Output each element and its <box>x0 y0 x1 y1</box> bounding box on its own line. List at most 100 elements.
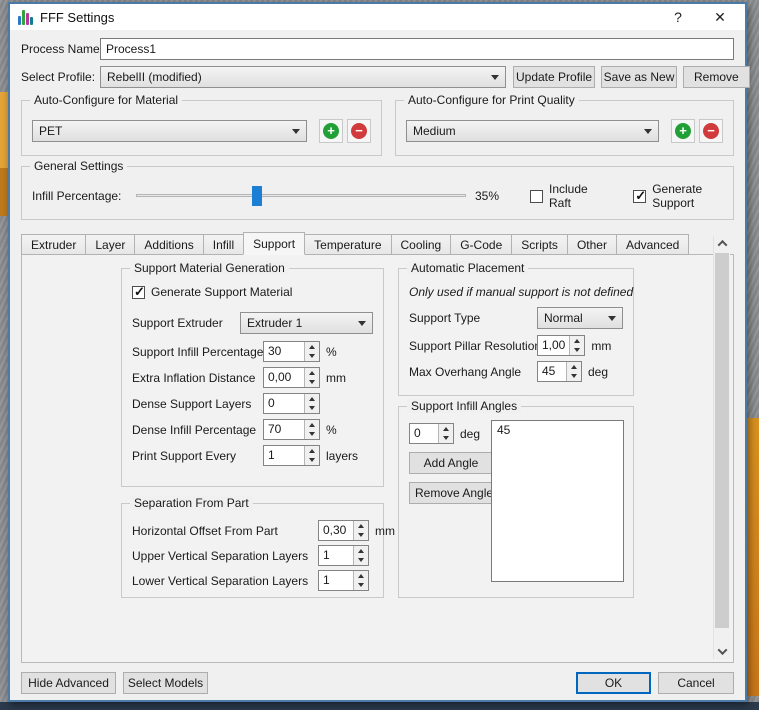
support-type-dropdown[interactable]: Normal <box>537 307 623 329</box>
tab-advanced[interactable]: Advanced <box>616 234 689 255</box>
extra-inflation-distance-spinner[interactable]: 0,00 <box>263 367 320 388</box>
titlebar[interactable]: FFF Settings ? ✕ <box>10 4 745 30</box>
tab-layer[interactable]: Layer <box>85 234 135 255</box>
print-support-every-spinner[interactable]: 1 <box>263 445 320 466</box>
spin-down-icon[interactable] <box>439 434 453 444</box>
support-pillar-resolution-label: Support Pillar Resolution <box>409 339 537 353</box>
remove-material-button[interactable]: − <box>347 119 371 143</box>
support-extruder-dropdown[interactable]: Extruder 1 <box>240 312 373 334</box>
checkbox-box[interactable] <box>530 190 543 203</box>
spin-up-icon[interactable] <box>305 368 319 378</box>
group-title: General Settings <box>30 159 127 173</box>
support-infill-percentage-spinner[interactable]: 30 <box>263 341 320 362</box>
tab-infill[interactable]: Infill <box>203 234 244 255</box>
spinner-value[interactable]: 1,00 <box>538 336 569 355</box>
spin-down-icon[interactable] <box>567 372 581 382</box>
spin-up-icon[interactable] <box>570 336 584 346</box>
tab-support[interactable]: Support <box>243 232 305 255</box>
spinner-value[interactable]: 1 <box>264 446 304 465</box>
add-quality-button[interactable]: + <box>671 119 695 143</box>
save-as-new-button[interactable]: Save as New <box>601 66 677 88</box>
tab-cooling[interactable]: Cooling <box>391 234 452 255</box>
dense-infill-percentage-spinner[interactable]: 70 <box>263 419 320 440</box>
max-overhang-angle-label: Max Overhang Angle <box>409 365 537 379</box>
tab-additions[interactable]: Additions <box>134 234 203 255</box>
select-models-button[interactable]: Select Models <box>123 672 208 694</box>
angle-spinner[interactable]: 0 <box>409 423 454 444</box>
dense-support-layers-spinner[interactable]: 0 <box>263 393 320 414</box>
spinner-value[interactable]: 45 <box>538 362 566 381</box>
upper-vertical-separation-spinner[interactable]: 1 <box>318 545 369 566</box>
scrollbar-thumb[interactable] <box>715 253 729 628</box>
tab-scripts[interactable]: Scripts <box>511 234 568 255</box>
process-name-input[interactable]: Process1 <box>100 38 734 60</box>
checkbox-box[interactable] <box>633 190 646 203</box>
max-overhang-angle-spinner[interactable]: 45 <box>537 361 582 382</box>
remove-quality-button[interactable]: − <box>699 119 723 143</box>
spin-down-icon[interactable] <box>354 531 368 541</box>
spinner-value[interactable]: 30 <box>264 342 304 361</box>
spin-down-icon[interactable] <box>570 346 584 356</box>
add-material-button[interactable]: + <box>319 119 343 143</box>
spin-down-icon[interactable] <box>354 581 368 591</box>
spinner-value[interactable]: 0 <box>264 394 304 413</box>
spinner-value[interactable]: 1 <box>319 571 353 590</box>
spin-down-icon[interactable] <box>305 352 319 362</box>
spinner-value[interactable]: 70 <box>264 420 304 439</box>
spin-down-icon[interactable] <box>305 456 319 466</box>
spin-up-icon[interactable] <box>305 342 319 352</box>
angle-list-item[interactable]: 45 <box>497 423 618 437</box>
spinner-value[interactable]: 0,00 <box>264 368 304 387</box>
spinner-value[interactable]: 1 <box>319 546 353 565</box>
update-profile-button[interactable]: Update Profile <box>513 66 595 88</box>
tab-gcode[interactable]: G-Code <box>450 234 512 255</box>
vertical-scrollbar[interactable] <box>713 236 730 659</box>
spin-down-icon[interactable] <box>305 404 319 414</box>
unit-label: layers <box>326 449 358 463</box>
chevron-down-icon <box>717 645 727 655</box>
scroll-down-button[interactable] <box>714 644 730 659</box>
profile-dropdown[interactable]: RebelII (modified) <box>100 66 506 88</box>
ok-button[interactable]: OK <box>576 672 651 694</box>
spin-up-icon[interactable] <box>305 446 319 456</box>
checkbox-box[interactable] <box>132 286 145 299</box>
spin-up-icon[interactable] <box>439 424 453 434</box>
slider-track[interactable] <box>136 194 466 197</box>
lower-vertical-separation-spinner[interactable]: 1 <box>318 570 369 591</box>
spin-up-icon[interactable] <box>354 546 368 556</box>
help-button[interactable]: ? <box>663 9 693 25</box>
spin-up-icon[interactable] <box>305 420 319 430</box>
spin-up-icon[interactable] <box>305 394 319 404</box>
lower-vertical-separation-label: Lower Vertical Separation Layers <box>132 574 318 588</box>
spinner-value[interactable]: 0 <box>410 424 438 443</box>
infill-percentage-slider[interactable] <box>136 185 466 207</box>
close-button[interactable]: ✕ <box>705 9 735 26</box>
slider-handle[interactable] <box>252 186 262 206</box>
include-raft-checkbox[interactable]: Include Raft <box>530 182 595 210</box>
spin-up-icon[interactable] <box>354 571 368 581</box>
hide-advanced-button[interactable]: Hide Advanced <box>21 672 116 694</box>
remove-angle-button[interactable]: Remove Angle <box>409 482 499 504</box>
spin-down-icon[interactable] <box>354 556 368 566</box>
generate-support-material-checkbox[interactable]: Generate Support Material <box>132 285 292 299</box>
generate-support-checkbox[interactable]: Generate Support <box>633 182 723 210</box>
spin-up-icon[interactable] <box>567 362 581 372</box>
angle-list[interactable]: 45 <box>491 420 624 582</box>
horizontal-offset-spinner[interactable]: 0,30 <box>318 520 369 541</box>
tab-other[interactable]: Other <box>567 234 617 255</box>
spin-down-icon[interactable] <box>305 378 319 388</box>
material-dropdown[interactable]: PET <box>32 120 307 142</box>
tab-extruder[interactable]: Extruder <box>21 234 86 255</box>
support-pillar-resolution-spinner[interactable]: 1,00 <box>537 335 585 356</box>
remove-profile-button[interactable]: Remove <box>683 66 750 88</box>
extra-inflation-distance-label: Extra Inflation Distance <box>132 371 263 385</box>
quality-dropdown[interactable]: Medium <box>406 120 659 142</box>
include-raft-label: Include Raft <box>549 182 595 210</box>
tab-temperature[interactable]: Temperature <box>304 234 391 255</box>
spin-down-icon[interactable] <box>305 430 319 440</box>
spinner-value[interactable]: 0,30 <box>319 521 353 540</box>
spin-up-icon[interactable] <box>354 521 368 531</box>
process-name-value: Process1 <box>106 42 156 56</box>
add-angle-button[interactable]: Add Angle <box>409 452 493 474</box>
cancel-button[interactable]: Cancel <box>658 672 734 694</box>
